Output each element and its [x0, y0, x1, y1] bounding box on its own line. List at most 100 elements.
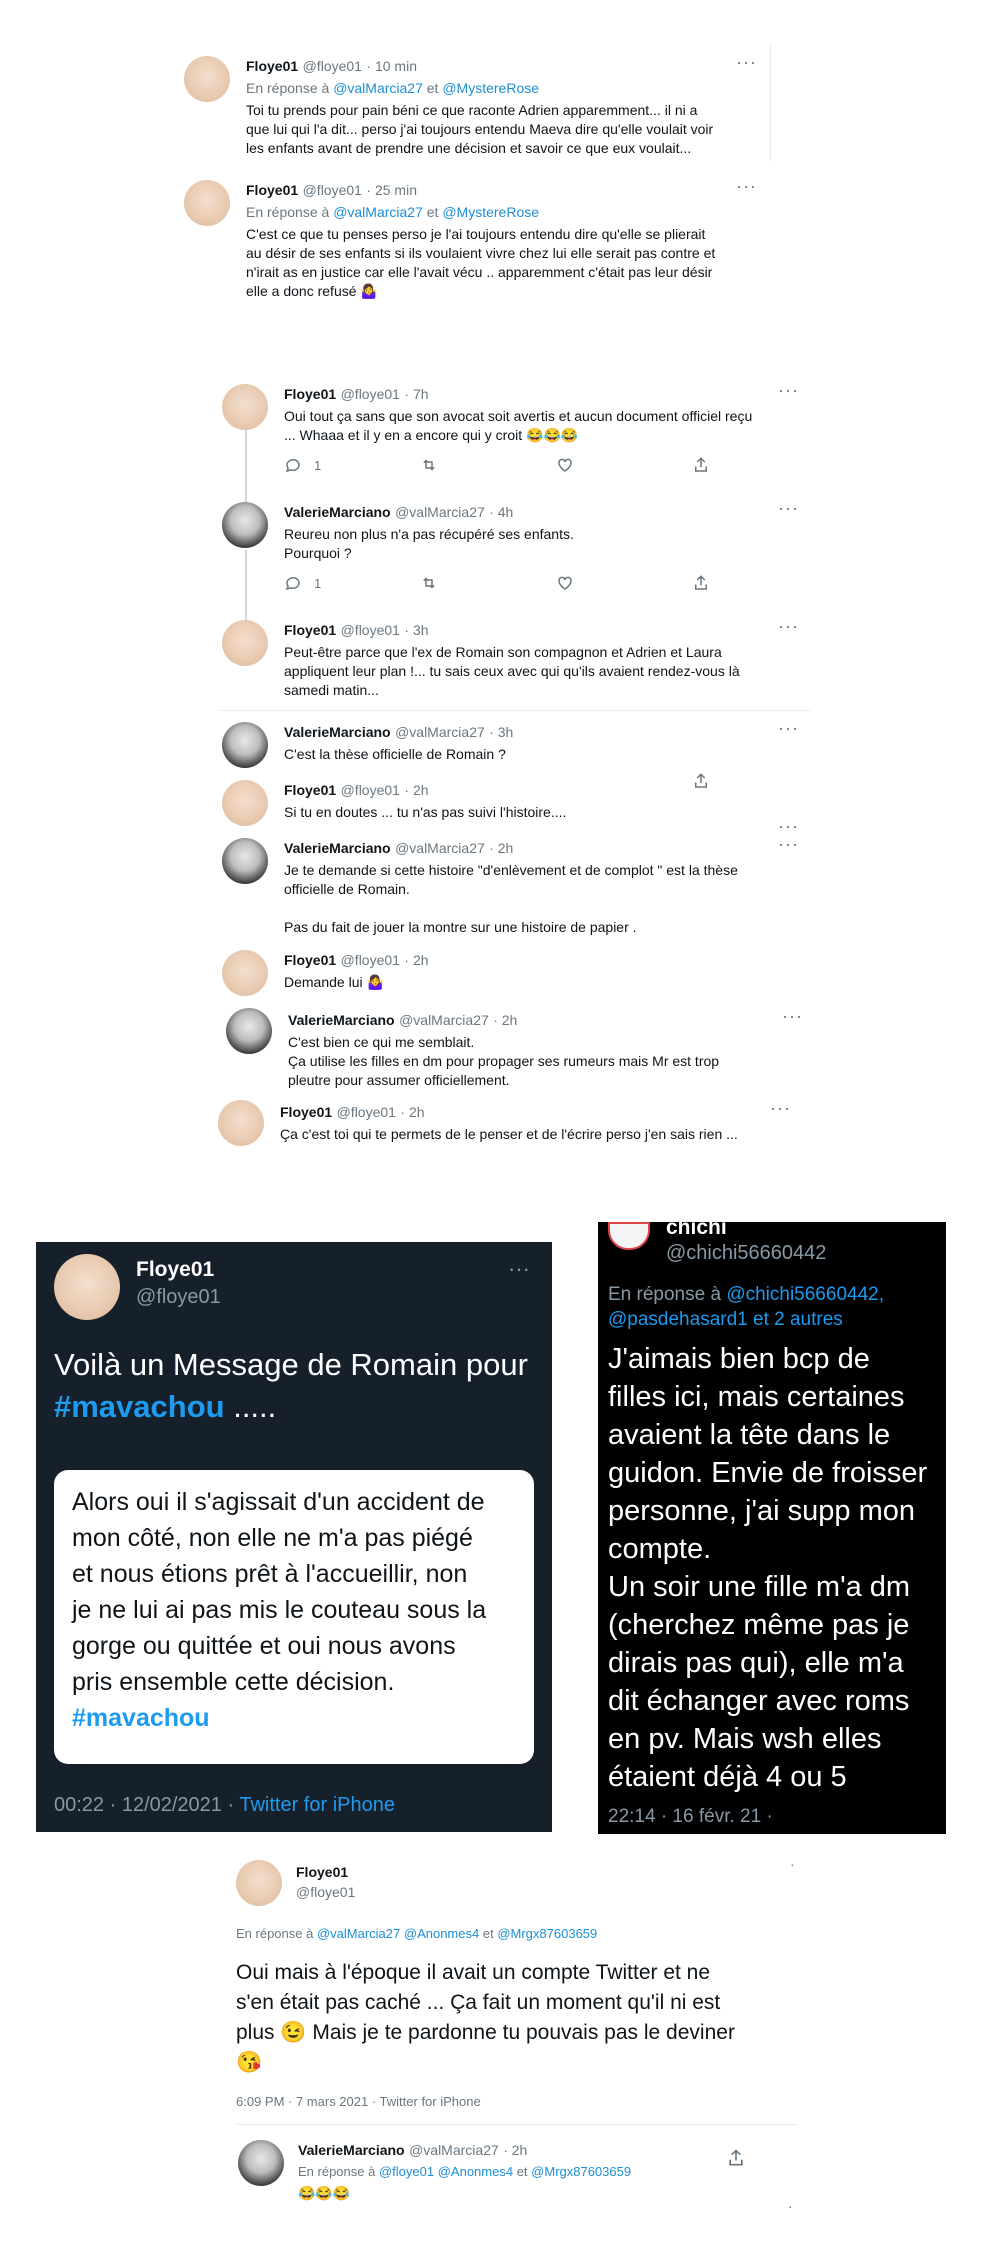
more-icon[interactable]: ···: [782, 1006, 803, 1027]
text-line: Oui tout ça sans que son avocat soit ave…: [284, 408, 753, 424]
author-name[interactable]: chichi: [666, 1222, 727, 1240]
author-handle[interactable]: @valMarcia27: [409, 2142, 499, 2158]
avatar[interactable]: [184, 56, 230, 102]
like-icon[interactable]: [556, 574, 574, 592]
avatar[interactable]: [222, 620, 268, 666]
author-handle[interactable]: @valMarcia27: [395, 724, 485, 740]
tweet-time[interactable]: · 7h: [404, 386, 428, 402]
avatar[interactable]: [222, 722, 268, 768]
more-icon[interactable]: ···: [778, 834, 799, 855]
thread-line: [245, 430, 247, 510]
more-icon[interactable]: ···: [778, 616, 799, 637]
like-icon[interactable]: [556, 456, 574, 474]
avatar[interactable]: [184, 180, 230, 226]
reply-prefix: En réponse à: [246, 80, 330, 96]
more-icon[interactable]: ···: [508, 1256, 530, 1282]
mention-link[interactable]: @valMarcia27: [317, 1926, 400, 1941]
author-handle[interactable]: @valMarcia27: [399, 1012, 489, 1028]
mention-link[interactable]: @floye01: [379, 2164, 434, 2179]
author-name[interactable]: Floye01: [136, 1258, 214, 1282]
author-name[interactable]: Floye01: [246, 58, 298, 74]
author-name-text[interactable]: Floye01: [296, 1864, 348, 1880]
author-handle[interactable]: @valMarcia27: [395, 840, 485, 856]
tweet-time[interactable]: · 25 min: [366, 182, 417, 198]
avatar[interactable]: [608, 1222, 650, 1250]
author-name[interactable]: Floye01: [280, 1104, 332, 1120]
avatar[interactable]: [238, 2140, 284, 2186]
avatar[interactable]: [222, 950, 268, 996]
retweet-icon[interactable]: [420, 574, 438, 592]
more-icon[interactable]: ···: [736, 52, 757, 73]
mention-link[interactable]: @chichi56660442,: [726, 1284, 884, 1305]
mention-link[interactable]: @valMarcia27: [333, 80, 423, 96]
author-name[interactable]: Floye01: [246, 182, 298, 198]
avatar[interactable]: [218, 1100, 264, 1146]
author-name[interactable]: ValerieMarciano: [298, 2142, 405, 2158]
author-name[interactable]: ValerieMarciano: [284, 724, 391, 740]
tweet-time[interactable]: · 3h: [489, 724, 513, 740]
author-handle[interactable]: @chichi56660442: [666, 1242, 826, 1265]
tweet-time[interactable]: · 2h: [503, 2142, 527, 2158]
more-icon[interactable]: ·: [790, 1856, 795, 1872]
mention-link[interactable]: @pasdehasard1 et 2 autres: [608, 1309, 843, 1330]
author-name[interactable]: Floye01: [284, 386, 336, 402]
hashtag-link[interactable]: #mavachou: [72, 1700, 522, 1736]
author-handle[interactable]: @floye01: [337, 1104, 396, 1120]
more-icon[interactable]: ···: [778, 718, 799, 739]
author-name[interactable]: Floye01: [296, 1864, 348, 1882]
mention-link[interactable]: @Mrgx87603659: [497, 1926, 597, 1941]
more-icon[interactable]: ·: [788, 2198, 793, 2214]
client-link[interactable]: Twitter for iPhone: [239, 1794, 395, 1816]
tweet-time[interactable]: · 2h: [400, 1104, 424, 1120]
share-icon[interactable]: [692, 574, 710, 592]
avatar[interactable]: [54, 1254, 120, 1320]
tweet-time[interactable]: · 2h: [489, 840, 513, 856]
tweet-time[interactable]: · 2h: [404, 782, 428, 798]
author-name[interactable]: ValerieMarciano: [284, 840, 391, 856]
mention-link[interactable]: @Mrgx87603659: [531, 2164, 631, 2179]
author-handle[interactable]: @floye01: [303, 182, 362, 198]
avatar[interactable]: [222, 502, 268, 548]
author-handle[interactable]: @valMarcia27: [395, 504, 485, 520]
avatar[interactable]: [226, 1008, 272, 1054]
share-icon[interactable]: [726, 2148, 746, 2168]
mention-link[interactable]: @valMarcia27: [333, 204, 423, 220]
mention-link[interactable]: @Anonmes4: [404, 1926, 479, 1941]
author-name[interactable]: ValerieMarciano: [284, 504, 391, 520]
hashtag-link[interactable]: #mavachou: [54, 1389, 225, 1424]
more-icon[interactable]: ···: [770, 1098, 791, 1119]
avatar[interactable]: [222, 838, 268, 884]
author-handle[interactable]: @floye01: [136, 1286, 221, 1309]
author-name[interactable]: Floye01: [284, 782, 336, 798]
tweet-time[interactable]: · 3h: [404, 622, 428, 638]
author-name[interactable]: Floye01: [284, 952, 336, 968]
author-name[interactable]: ValerieMarciano: [288, 1012, 395, 1028]
tweet-header: Floye01 @floye01 · 7h: [284, 386, 429, 404]
avatar[interactable]: [222, 780, 268, 826]
author-name[interactable]: Floye01: [284, 622, 336, 638]
reply-icon[interactable]: [284, 574, 302, 592]
author-handle[interactable]: @floye01: [341, 386, 400, 402]
author-handle[interactable]: @floye01: [296, 1884, 355, 1900]
avatar[interactable]: [222, 384, 268, 430]
more-icon[interactable]: ···: [778, 498, 799, 519]
retweet-icon[interactable]: [420, 456, 438, 474]
text-line: dit échanger avec roms: [608, 1685, 910, 1717]
tweet-time[interactable]: · 2h: [404, 952, 428, 968]
author-handle[interactable]: @floye01: [341, 782, 400, 798]
avatar[interactable]: [236, 1860, 282, 1906]
more-icon[interactable]: ···: [736, 176, 757, 197]
tweet-time[interactable]: · 2h: [493, 1012, 517, 1028]
author-handle[interactable]: @floye01: [341, 622, 400, 638]
mention-link[interactable]: @Anonmes4: [438, 2164, 513, 2179]
mention-link[interactable]: @MystereRose: [442, 204, 539, 220]
more-icon[interactable]: ···: [778, 380, 799, 401]
tweet-time[interactable]: · 10 min: [366, 58, 417, 74]
tweet-time[interactable]: · 4h: [489, 504, 513, 520]
share-icon[interactable]: [692, 456, 710, 474]
mention-link[interactable]: @MystereRose: [442, 80, 539, 96]
share-icon[interactable]: [692, 772, 710, 790]
author-handle[interactable]: @floye01: [341, 952, 400, 968]
reply-icon[interactable]: [284, 456, 302, 474]
author-handle[interactable]: @floye01: [303, 58, 362, 74]
